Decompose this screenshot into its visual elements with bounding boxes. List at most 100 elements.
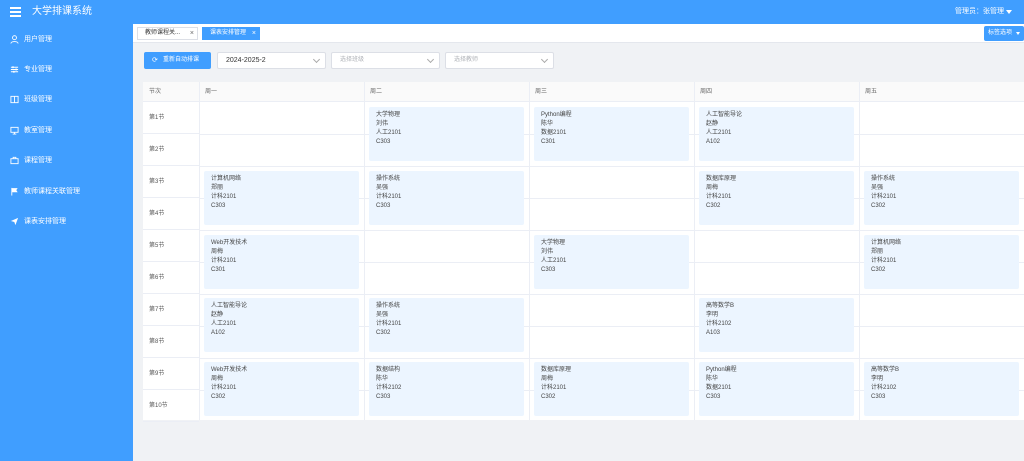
- course-card[interactable]: Python编程 陈华 数据2101 C303: [699, 362, 854, 416]
- course-teacher: 陈华: [706, 376, 719, 382]
- sidebar-item-courses[interactable]: 课程管理: [0, 152, 133, 170]
- course-room: C303: [376, 203, 391, 209]
- sidebar-item-label: 班级管理: [24, 96, 52, 103]
- course-teacher: 吴强: [376, 185, 389, 191]
- course-room: C302: [211, 394, 226, 400]
- course-class: 数据2101: [541, 130, 567, 136]
- course-name: 操作系统: [376, 303, 401, 309]
- course-card[interactable]: 操作系统 吴强 计科2101 C302: [369, 298, 524, 352]
- course-room: C302: [541, 394, 556, 400]
- course-teacher: 周梅: [211, 376, 224, 382]
- sidebar-item-label: 课程管理: [24, 157, 52, 164]
- course-card[interactable]: 操作系统 吴强 计科2101 C303: [369, 171, 524, 225]
- course-card[interactable]: Python编程 陈华 数据2101 C301: [534, 107, 689, 161]
- course-card[interactable]: Web开发技术 周梅 计科2101 C302: [204, 362, 359, 416]
- course-room: C303: [376, 139, 391, 145]
- close-icon[interactable]: ×: [190, 28, 194, 39]
- flag-icon: [11, 187, 18, 196]
- header-wednesday: 周三: [529, 82, 694, 102]
- period-label: 第9节: [143, 359, 199, 390]
- course-teacher: 郑丽: [211, 185, 224, 191]
- sidebar-item-users[interactable]: 用户管理: [0, 31, 133, 49]
- column-divider: [694, 82, 695, 420]
- user-icon: [10, 35, 19, 44]
- course-card[interactable]: 计算机网络郑丽计科2101 C303: [204, 171, 359, 225]
- course-class: 计科2101: [376, 321, 402, 327]
- course-room: C303: [376, 394, 391, 400]
- course-card[interactable]: 大学物理 刘伟 人工2101 C303: [534, 235, 689, 289]
- course-card[interactable]: 操作系统 吴强 计科2101 C302: [864, 171, 1019, 225]
- tab-options-button[interactable]: 标签选项: [984, 26, 1024, 41]
- refresh-icon: ⟳: [152, 57, 158, 64]
- sidebar-item-teacher-courses[interactable]: 教师课程关联管理: [0, 183, 133, 201]
- sidebar-item-timetable[interactable]: 课表安排管理: [0, 213, 133, 231]
- course-class: 计科2101: [376, 194, 402, 200]
- course-name: 大学物理: [541, 240, 566, 246]
- period-label: 第7节: [143, 295, 199, 326]
- course-card[interactable]: 高等数学B 李明 计科2102 C303: [864, 362, 1019, 416]
- course-name: 高等数学B: [706, 303, 735, 309]
- sidebar-item-label: 用户管理: [24, 36, 52, 43]
- course-teacher: 刘伟: [541, 249, 554, 255]
- course-card[interactable]: 人工智能导论 赵静 人工2101 A102: [699, 107, 854, 161]
- course-room: C302: [706, 203, 721, 209]
- sidebar: 用户管理 专业管理 班级管理 教室管理 课程管理 教师课程关联管理 课表安排管理: [0, 24, 133, 461]
- chevron-down-icon[interactable]: [1006, 10, 1012, 14]
- row-divider: [199, 294, 1024, 295]
- course-name: Python编程: [706, 367, 737, 373]
- sidebar-item-classrooms[interactable]: 教室管理: [0, 122, 133, 140]
- course-card[interactable]: 人工智能导论 赵静 人工2101 A102: [204, 298, 359, 352]
- course-card[interactable]: 数据库原理 周梅 计科2101 C302: [699, 171, 854, 225]
- admin-menu[interactable]: 管理员：张管理: [955, 7, 1004, 17]
- course-card[interactable]: 计算机网络 郑丽 计科2101 C302: [864, 235, 1019, 289]
- teacher-select[interactable]: 选择教师: [445, 52, 554, 69]
- course-card[interactable]: 数据库原理 周梅 计科2101 C302: [534, 362, 689, 416]
- tab-teacher-courses[interactable]: 教师课程关... ×: [137, 27, 198, 40]
- semester-select[interactable]: 2024-2025-2: [217, 52, 326, 69]
- row-divider: [199, 166, 1024, 167]
- chevron-down-icon: [426, 55, 435, 64]
- course-teacher: 赵静: [211, 312, 224, 318]
- course-teacher: 李明: [706, 312, 719, 318]
- sidebar-item-label: 课表安排管理: [24, 218, 66, 225]
- menu-icon[interactable]: [10, 7, 21, 17]
- course-room: C303: [211, 203, 226, 209]
- period-label: 第10节: [143, 391, 199, 422]
- course-name: 人工智能导论: [706, 112, 743, 118]
- chevron-down-icon: [540, 55, 549, 64]
- course-room: C301: [211, 267, 226, 273]
- send-icon: [10, 217, 19, 226]
- close-icon[interactable]: ×: [252, 28, 256, 39]
- course-teacher: 郑丽: [871, 249, 884, 255]
- course-card[interactable]: Web开发技术 周梅 计科2101 C301: [204, 235, 359, 289]
- course-class: 人工2101: [376, 130, 402, 136]
- sidebar-item-majors[interactable]: 专业管理: [0, 61, 133, 79]
- course-class: 计科2101: [211, 385, 237, 391]
- app-title: 大学排课系统: [32, 6, 92, 17]
- course-teacher: 周梅: [211, 249, 224, 255]
- course-teacher: 李明: [871, 376, 884, 382]
- tab-timetable[interactable]: 课表安排管理 ×: [202, 27, 260, 40]
- reschedule-button[interactable]: ⟳ 重新自动排课: [144, 52, 211, 69]
- column-divider: [364, 82, 365, 420]
- course-class: 计科2101: [211, 194, 237, 200]
- monitor-icon: [10, 126, 19, 135]
- briefcase-icon: [10, 156, 19, 165]
- column-divider: [859, 82, 860, 420]
- sliders-icon: [10, 66, 19, 73]
- tabs-bar: 教师课程关... × 课表安排管理 × 标签选项: [133, 24, 1024, 43]
- course-name: 高等数学B: [871, 367, 900, 373]
- course-room: A103: [706, 330, 721, 336]
- course-card[interactable]: 大学物理 刘伟 人工2101 C303: [369, 107, 524, 161]
- column-divider: [199, 82, 200, 420]
- course-class: 人工2101: [211, 321, 237, 327]
- course-teacher: 周梅: [706, 185, 719, 191]
- course-name: 计算机网络: [211, 176, 242, 182]
- sidebar-item-classes[interactable]: 班级管理: [0, 91, 133, 109]
- header-monday: 周一: [199, 82, 364, 102]
- header-friday: 周五: [859, 82, 1024, 102]
- course-card[interactable]: 高等数学B 李明 计科2102 A103: [699, 298, 854, 352]
- teacher-placeholder: 选择教师: [454, 57, 479, 63]
- class-select[interactable]: 选择班级: [331, 52, 440, 69]
- course-card[interactable]: 数据结构 陈华 计科2102 C303: [369, 362, 524, 416]
